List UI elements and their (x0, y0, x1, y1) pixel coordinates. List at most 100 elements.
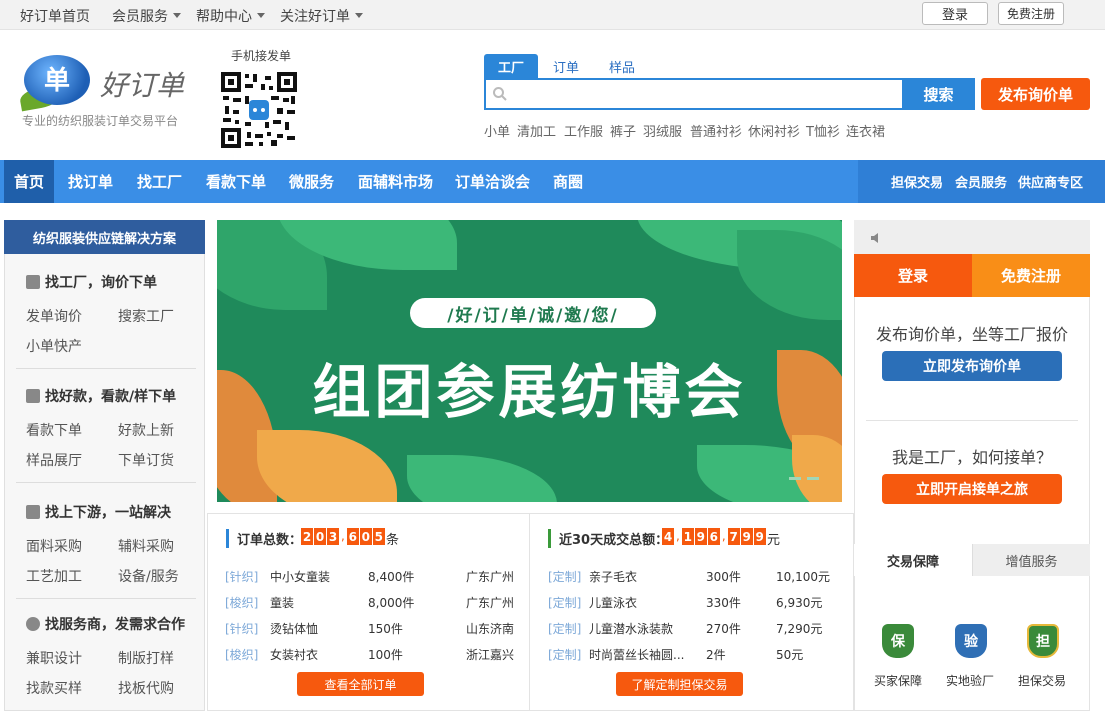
buyer-protection-label[interactable]: 买家保障 (874, 672, 922, 689)
panel-register-button[interactable]: 免费注册 (972, 254, 1090, 297)
divider (16, 482, 196, 483)
carousel-dot[interactable] (807, 477, 819, 480)
hot-keyword[interactable]: 连衣裙 (846, 121, 885, 140)
section-title-services: 找服务商，发需求合作 (26, 614, 185, 634)
nav-find-orders[interactable]: 找订单 (68, 160, 113, 203)
nav-escrow[interactable]: 担保交易 (891, 160, 943, 203)
tab-orders[interactable]: 订单 (540, 54, 592, 78)
publish-inquiry-button[interactable]: 发布询价单 (981, 78, 1090, 110)
sidebar-link[interactable]: 设备/服务 (118, 566, 179, 586)
buyer-protection-icon[interactable]: 保 (882, 624, 914, 658)
tab-value-added[interactable]: 增值服务 (972, 544, 1090, 576)
sidebar-link[interactable]: 看款下单 (26, 420, 82, 440)
publish-inquiry-now-button[interactable]: 立即发布询价单 (882, 351, 1062, 381)
nav-find-factories[interactable]: 找工厂 (137, 160, 182, 203)
member-service-menu[interactable]: 会员服务 (112, 6, 181, 26)
register-button[interactable]: 免费注册 (998, 2, 1064, 25)
sidebar-link[interactable]: 找款买样 (26, 678, 82, 698)
hot-keyword[interactable]: 羽绒服 (643, 121, 682, 140)
hot-keyword[interactable]: 普通衬衫 (690, 121, 742, 140)
person-icon (26, 617, 40, 631)
tab-trade-guarantee[interactable]: 交易保障 (854, 544, 972, 576)
section-title-supply: 找上下游，一站解决 (26, 502, 171, 522)
nav-member-service[interactable]: 会员服务 (955, 160, 1007, 203)
order-row-name[interactable]: 女装衬衣 (270, 646, 318, 663)
view-all-orders-button[interactable]: 查看全部订单 (297, 672, 424, 696)
deal-total-unit: 元 (767, 533, 781, 548)
nav-micro-services[interactable]: 微服务 (289, 160, 334, 203)
logo-name[interactable]: 好订单 (100, 64, 184, 104)
order-row-name[interactable]: 烫钻体恤 (270, 620, 318, 637)
carousel-dot[interactable] (789, 477, 801, 480)
section-title-factory: 找工厂，询价下单 (26, 272, 157, 292)
hot-keyword[interactable]: 小单 (484, 121, 510, 140)
factory-inspection-label[interactable]: 实地验厂 (946, 672, 994, 689)
deal-row-name[interactable]: 时尚蕾丝长袖圆... (589, 646, 684, 663)
tab-factory[interactable]: 工厂 (484, 54, 538, 78)
deal-row-name[interactable]: 儿童泳衣 (589, 594, 637, 611)
nav-supplier-zone[interactable]: 供应商专区 (1018, 160, 1083, 203)
nav-home[interactable]: 首页 (4, 160, 55, 203)
help-center-menu[interactable]: 帮助中心 (196, 6, 265, 26)
search-input[interactable] (514, 80, 899, 108)
hot-keyword[interactable]: T恤衫 (806, 121, 840, 140)
order-row-name[interactable]: 童装 (270, 594, 294, 611)
nav-business-circle[interactable]: 商圈 (553, 160, 583, 203)
custom-escrow-button[interactable]: 了解定制担保交易 (616, 672, 743, 696)
search-button[interactable]: 搜索 (902, 78, 975, 110)
factory-inspection-icon[interactable]: 验 (955, 624, 987, 658)
hot-keyword[interactable]: 休闲衬衫 (748, 121, 800, 140)
counter-separator: , (721, 529, 726, 543)
sidebar-link[interactable]: 找板代购 (118, 678, 174, 698)
home-link[interactable]: 好订单首页 (20, 6, 90, 26)
sidebar-link[interactable]: 面料采购 (26, 536, 82, 556)
sidebar-link[interactable]: 辅料采购 (118, 536, 174, 556)
banner-headline: 组团参展纺博会 (312, 358, 747, 426)
hot-keyword[interactable]: 工作服 (564, 121, 603, 140)
order-row-name[interactable]: 中小女童装 (270, 568, 330, 585)
banner-invite-pill: /好/订/单/诚/邀/您/ (410, 298, 656, 328)
deal-row-tag: [定制] (548, 648, 582, 662)
follow-menu[interactable]: 关注好订单 (280, 6, 363, 26)
chevron-down-icon (173, 13, 181, 18)
divider (866, 420, 1078, 421)
start-receiving-orders-button[interactable]: 立即开启接单之旅 (882, 474, 1062, 504)
sidebar-link[interactable]: 制版打样 (118, 648, 174, 668)
nav-materials-market[interactable]: 面辅料市场 (358, 160, 433, 203)
buyer-prompt: 发布询价单，坐等工厂报价 (875, 325, 1068, 344)
login-button[interactable]: 登录 (922, 2, 988, 25)
section-title-text: 找好款，看款/样下单 (45, 389, 177, 405)
deal-row-name[interactable]: 儿童潜水泳装款 (589, 620, 673, 637)
section-title-text: 找上下游，一站解决 (45, 505, 171, 521)
counter-digit: 9 (694, 528, 707, 545)
deal-row-amount: 50元 (776, 648, 804, 662)
tab-samples[interactable]: 样品 (596, 54, 648, 78)
deal-row-name[interactable]: 亲子毛衣 (589, 568, 637, 585)
divider (16, 368, 196, 369)
sidebar-link[interactable]: 小单快产 (26, 336, 82, 356)
counter-digit: 9 (753, 528, 766, 545)
escrow-icon[interactable]: 担 (1027, 624, 1059, 658)
hot-keyword[interactable]: 裤子 (610, 121, 636, 140)
sidebar-link[interactable]: 发单询价 (26, 306, 82, 326)
order-row-qty: 8,000件 (368, 596, 415, 610)
slogan: 专业的纺织服装订单交易平台 (22, 114, 179, 128)
carousel-dot[interactable] (771, 477, 783, 480)
order-row-qty: 150件 (368, 622, 403, 636)
order-row-tag: [针织] (225, 622, 259, 636)
panel-login-button[interactable]: 登录 (854, 254, 972, 297)
sidebar-link[interactable]: 下单订货 (118, 450, 174, 470)
sidebar-link[interactable]: 好款上新 (118, 420, 174, 440)
sidebar-link[interactable]: 工艺加工 (26, 566, 82, 586)
deal-row-tag: [定制] (548, 596, 582, 610)
sidebar-link[interactable]: 样品展厅 (26, 450, 82, 470)
sidebar-link[interactable]: 兼职设计 (26, 648, 82, 668)
order-row-tag: [梭织] (225, 596, 259, 610)
escrow-label[interactable]: 担保交易 (1018, 672, 1066, 689)
factory-prompt: 我是工厂，如何接单？ (891, 448, 1052, 467)
nav-view-styles[interactable]: 看款下单 (206, 160, 266, 203)
nav-order-fair[interactable]: 订单洽谈会 (455, 160, 530, 203)
hot-keyword[interactable]: 清加工 (517, 121, 556, 140)
qr-code-icon (221, 72, 297, 148)
sidebar-link[interactable]: 搜索工厂 (118, 306, 174, 326)
